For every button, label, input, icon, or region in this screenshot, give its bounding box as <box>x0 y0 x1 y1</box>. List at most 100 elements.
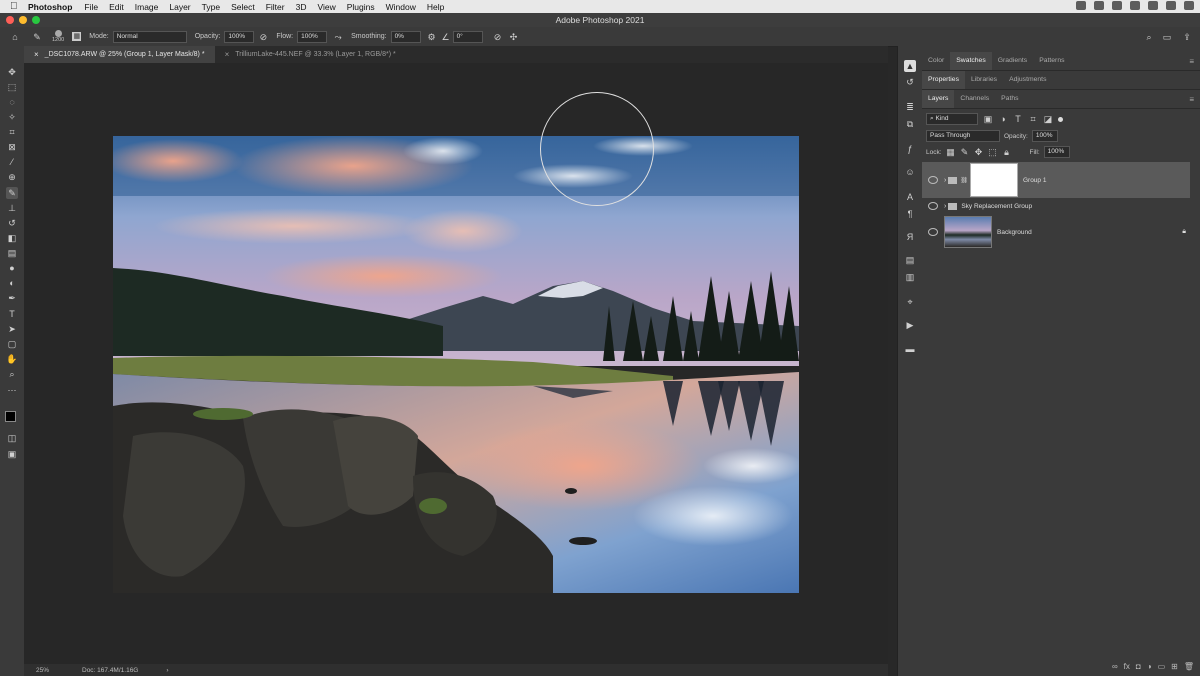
menu-help[interactable]: Help <box>427 2 444 12</box>
home-icon[interactable]: ⌂ <box>10 32 20 42</box>
menu-edit[interactable]: Edit <box>109 2 124 12</box>
visibility-eye-icon[interactable] <box>928 228 938 236</box>
paragraph-icon[interactable]: ¶ <box>904 208 916 220</box>
status-icon[interactable] <box>1112 1 1122 10</box>
wifi-icon[interactable] <box>1148 1 1158 10</box>
lasso-tool-icon[interactable]: ◌ <box>6 96 18 108</box>
tab-patterns[interactable]: Patterns <box>1033 52 1070 70</box>
tab-properties[interactable]: Properties <box>922 71 965 89</box>
gradient-tool-icon[interactable]: ▤ <box>6 247 18 259</box>
zoom-tool-icon[interactable]: ⌕ <box>6 368 18 380</box>
stamp-tool-icon[interactable]: ⊥ <box>6 202 18 214</box>
more-tools-icon[interactable]: ⋯ <box>6 384 18 396</box>
eraser-tool-icon[interactable]: ◧ <box>6 232 18 244</box>
type-filter-icon[interactable]: T <box>1013 114 1023 124</box>
menu-file[interactable]: File <box>84 2 98 12</box>
pressure-size-icon[interactable]: ⊘ <box>493 32 503 42</box>
fx-icon[interactable]: fx <box>1124 662 1130 671</box>
lock-position-icon[interactable]: ✥ <box>974 147 984 157</box>
menu-select[interactable]: Select <box>231 2 255 12</box>
actions-icon[interactable]: ▶ <box>904 319 916 331</box>
styles-icon[interactable]: ƒ <box>904 143 916 155</box>
layer-mask-thumbnail[interactable] <box>969 163 1018 197</box>
panel-menu-icon[interactable]: ≡ <box>1189 95 1194 104</box>
hand-tool-icon[interactable]: ✋ <box>6 353 18 365</box>
blend-mode-select[interactable]: Pass Through <box>926 130 1000 142</box>
menu-plugins[interactable]: Plugins <box>347 2 375 12</box>
marquee-tool-icon[interactable]: ⬚ <box>6 81 18 93</box>
layer-row-sky-replacement-group[interactable]: › Sky Replacement Group <box>922 199 1190 213</box>
adjustments-icon[interactable]: ⧉ <box>904 118 916 130</box>
menu-view[interactable]: View <box>317 2 335 12</box>
tab-adjustments[interactable]: Adjustments <box>1003 71 1052 89</box>
zoom-window-button[interactable] <box>32 16 40 24</box>
panel-menu-icon[interactable]: ≡ <box>1189 57 1194 66</box>
layer-row-group-1[interactable]: › ⛓ Group 1 <box>922 162 1190 198</box>
airbrush-icon[interactable]: ⤳ <box>333 32 343 42</box>
navigator-icon[interactable]: ⌖ <box>904 296 916 308</box>
notes-icon[interactable]: ▥ <box>904 271 916 283</box>
app-menu[interactable]: Photoshop <box>28 2 72 12</box>
status-icon[interactable] <box>1094 1 1104 10</box>
lock-all-icon[interactable]: 🔒︎ <box>1002 147 1012 157</box>
people-icon[interactable]: ☺ <box>904 166 916 178</box>
close-tab-icon[interactable]: × <box>225 50 230 59</box>
brush-settings-icon[interactable]: ≣ <box>904 101 916 113</box>
shape-filter-icon[interactable]: ⌗ <box>1028 114 1038 124</box>
tab-libraries[interactable]: Libraries <box>965 71 1003 89</box>
workspace-icon[interactable]: ▭ <box>1162 32 1172 42</box>
crop-tool-icon[interactable]: ⌗ <box>6 126 18 138</box>
layer-row-background[interactable]: Background 🔒︎ <box>922 214 1190 250</box>
add-mask-icon[interactable]: ◘ <box>1136 662 1141 671</box>
smartobject-filter-icon[interactable]: ◪ <box>1043 114 1053 124</box>
layer-opacity-field[interactable]: 100% <box>1031 130 1058 142</box>
healing-tool-icon[interactable]: ⊕ <box>6 171 18 183</box>
visibility-eye-icon[interactable] <box>928 176 938 184</box>
status-icon[interactable] <box>1076 1 1086 10</box>
menu-window[interactable]: Window <box>386 2 416 12</box>
quick-select-tool-icon[interactable]: ✧ <box>6 111 18 123</box>
status-icon[interactable] <box>1130 1 1140 10</box>
chevron-right-icon[interactable]: › <box>944 203 946 210</box>
fill-field[interactable]: 100% <box>1043 146 1070 158</box>
info-icon[interactable]: ▤ <box>904 254 916 266</box>
zoom-level[interactable]: 25% <box>36 667 66 674</box>
status-menu-arrow[interactable]: › <box>166 667 168 674</box>
lock-artboard-icon[interactable]: ⬚ <box>988 147 998 157</box>
minimize-window-button[interactable] <box>19 16 27 24</box>
type-tool-icon[interactable]: T <box>6 308 18 320</box>
foreground-color-swatch[interactable] <box>5 411 16 422</box>
frame-tool-icon[interactable]: ⊠ <box>6 141 18 153</box>
brush-tool-icon[interactable]: ✎ <box>32 32 42 42</box>
history-icon[interactable]: ↺ <box>904 76 916 88</box>
tab-color[interactable]: Color <box>922 52 950 70</box>
tab-swatches[interactable]: Swatches <box>950 52 992 70</box>
filter-toggle-icon[interactable] <box>1058 116 1063 122</box>
filter-kind-select[interactable]: ⌕ Kind <box>926 113 978 125</box>
close-window-button[interactable] <box>6 16 14 24</box>
link-layers-icon[interactable]: ∞ <box>1112 662 1118 671</box>
layer-thumbnail[interactable] <box>944 216 992 248</box>
layer-name[interactable]: Sky Replacement Group <box>961 203 1032 210</box>
link-icon[interactable]: ⛓ <box>960 177 968 184</box>
pen-tool-icon[interactable]: ✒ <box>6 292 18 304</box>
share-icon[interactable]: ⇪ <box>1182 32 1192 42</box>
menu-image[interactable]: Image <box>135 2 159 12</box>
smoothing-field[interactable]: 0% <box>390 30 421 43</box>
character-icon[interactable]: A <box>904 191 916 203</box>
shape-tool-icon[interactable]: ▢ <box>6 338 18 350</box>
control-center-icon[interactable] <box>1184 1 1194 10</box>
visibility-eye-icon[interactable] <box>928 202 938 210</box>
path-select-tool-icon[interactable]: ➤ <box>6 323 18 335</box>
tab-paths[interactable]: Paths <box>995 90 1024 108</box>
menu-3d[interactable]: 3D <box>296 2 307 12</box>
learn-icon[interactable]: ▲ <box>904 60 916 72</box>
opacity-field[interactable]: 100% <box>224 30 255 43</box>
tab-channels[interactable]: Channels <box>954 90 995 108</box>
mode-select[interactable]: Normal <box>112 30 187 43</box>
tab-gradients[interactable]: Gradients <box>992 52 1033 70</box>
symmetry-icon[interactable]: ✣ <box>509 32 519 42</box>
chevron-right-icon[interactable]: › <box>944 177 946 184</box>
layer-name[interactable]: Background <box>997 229 1032 236</box>
screen-mode-icon[interactable]: ▣ <box>6 448 18 460</box>
